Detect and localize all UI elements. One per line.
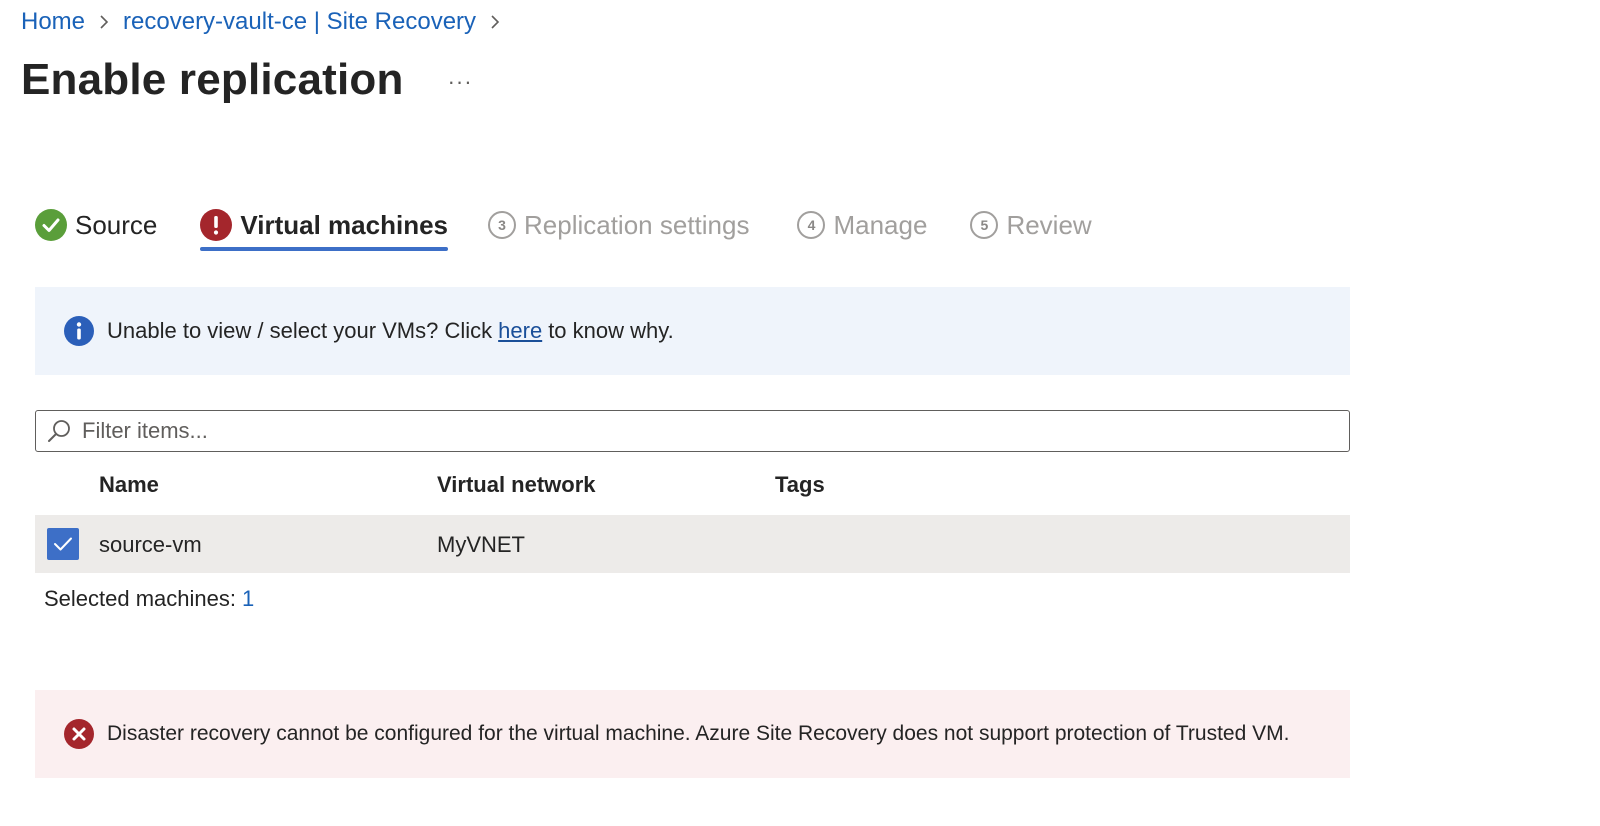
step-virtual-machines[interactable]: Virtual machines	[200, 202, 448, 251]
selected-machines-count[interactable]: 1	[242, 586, 254, 611]
chevron-right-icon	[99, 14, 109, 30]
step-manage[interactable]: 4 Manage	[797, 202, 927, 248]
selected-machines-summary: Selected machines: 1	[44, 586, 254, 612]
filter-input[interactable]	[80, 417, 1284, 445]
selected-machines-label: Selected machines:	[44, 586, 236, 611]
step-review[interactable]: 5 Review	[970, 202, 1092, 248]
column-header-tags[interactable]: Tags	[775, 472, 825, 498]
step-label: Source	[75, 209, 158, 240]
page-title: Enable replication	[21, 55, 404, 104]
chevron-right-icon	[490, 14, 500, 30]
breadcrumb-vault-link[interactable]: recovery-vault-ce | Site Recovery	[123, 8, 476, 36]
breadcrumb-home-link[interactable]: Home	[21, 8, 85, 36]
table-header: Name Virtual network Tags	[35, 466, 1350, 506]
title-row: Enable replication ···	[21, 55, 473, 105]
step-number-badge: 3	[488, 211, 516, 239]
step-number-badge: 5	[970, 211, 999, 239]
info-banner: Unable to view / select your VMs? Click …	[35, 287, 1350, 375]
column-header-virtual-network[interactable]: Virtual network	[437, 472, 596, 498]
info-text-after: to know why.	[548, 318, 674, 343]
step-source[interactable]: Source	[35, 202, 157, 248]
error-banner: Disaster recovery cannot be configured f…	[35, 690, 1350, 778]
cell-virtual-network: MyVNET	[437, 532, 525, 557]
more-options-button[interactable]: ···	[448, 69, 473, 95]
step-number-badge: 4	[797, 211, 826, 239]
search-icon	[46, 418, 72, 444]
step-label: Manage	[833, 209, 928, 240]
step-label: Replication settings	[524, 209, 750, 240]
table-row[interactable]: source-vm MyVNET	[35, 515, 1350, 573]
step-label: Virtual machines	[240, 209, 448, 240]
info-icon	[64, 316, 94, 346]
error-circle-icon	[64, 719, 94, 749]
exclamation-circle-icon	[200, 209, 233, 241]
info-help-link[interactable]: here	[498, 318, 542, 344]
step-label: Review	[1006, 209, 1092, 240]
wizard-steps: Source Virtual machines 3 Replication se…	[35, 200, 1092, 251]
info-text-before: Unable to view / select your VMs? Click	[107, 318, 493, 343]
step-replication-settings[interactable]: 3 Replication settings	[488, 202, 749, 248]
error-message: Disaster recovery cannot be configured f…	[107, 722, 1290, 745]
row-checkbox[interactable]	[47, 528, 79, 560]
filter-box[interactable]	[35, 410, 1350, 452]
checkmark-icon	[54, 537, 72, 551]
column-header-name[interactable]: Name	[99, 472, 159, 498]
breadcrumb: Home recovery-vault-ce | Site Recovery	[21, 8, 500, 36]
cell-vm-name: source-vm	[99, 532, 202, 557]
check-circle-icon	[35, 209, 67, 241]
